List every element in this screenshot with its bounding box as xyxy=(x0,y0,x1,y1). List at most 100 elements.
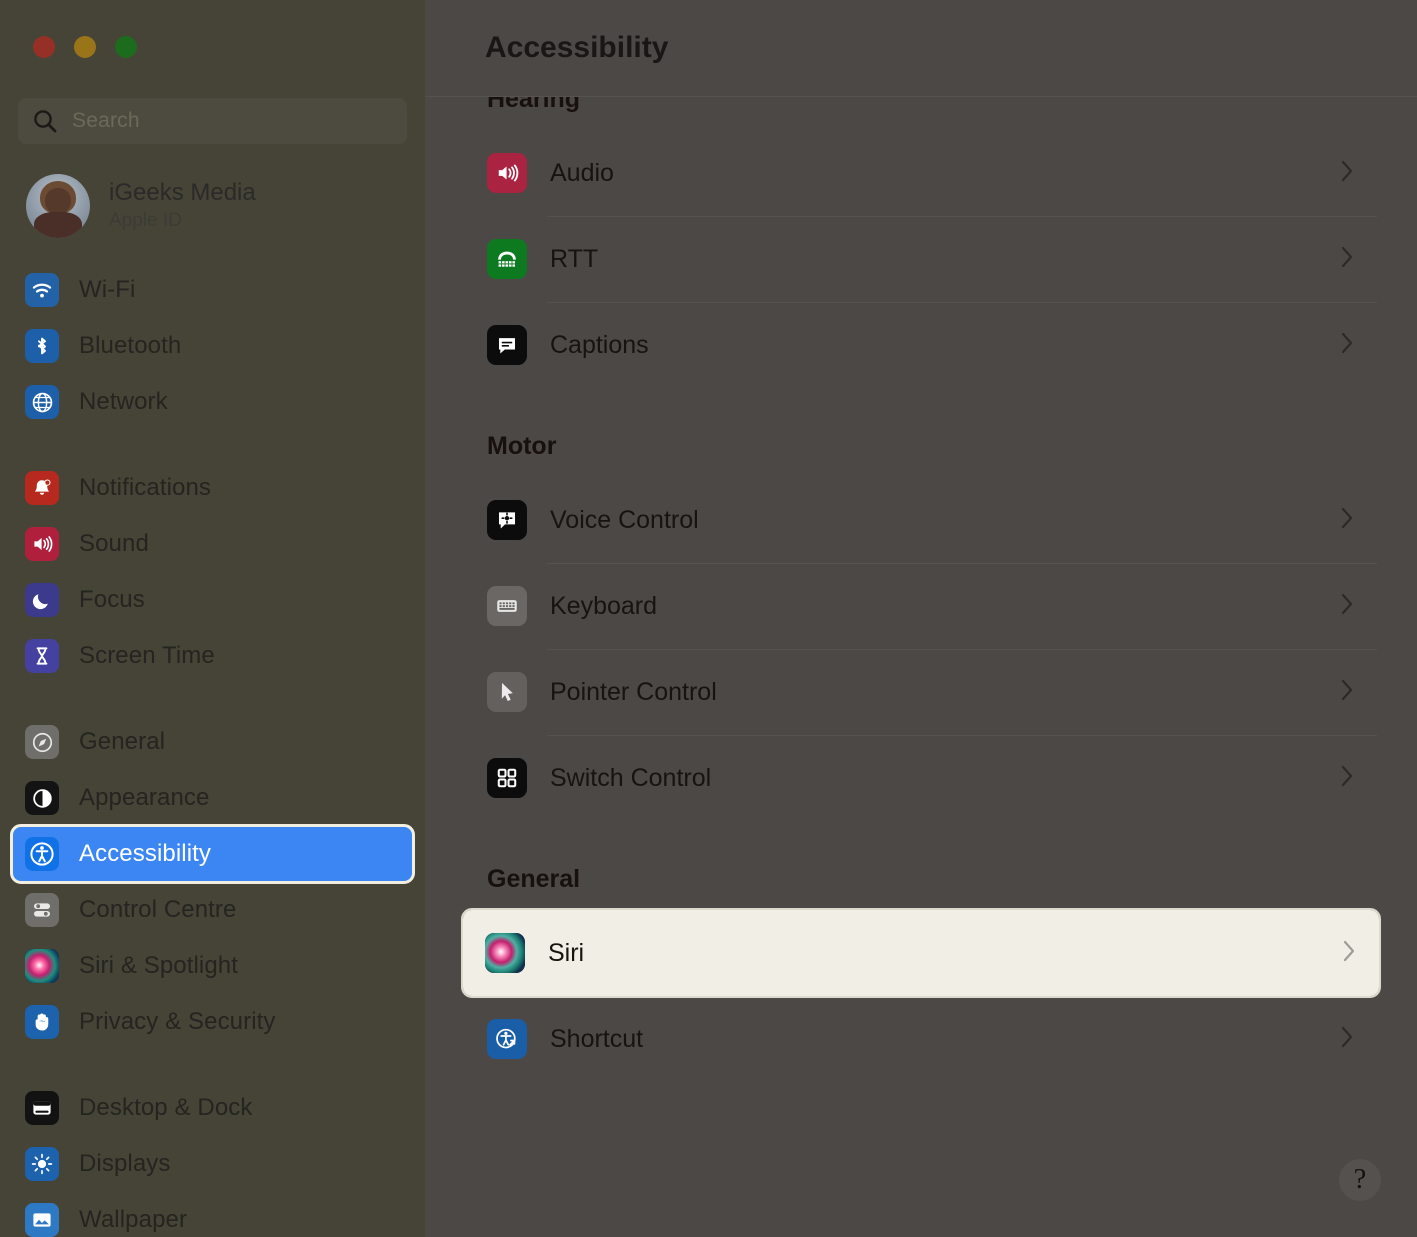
voice-control-icon xyxy=(487,500,527,540)
sidebar-item-wallpaper[interactable]: Wallpaper xyxy=(12,1192,413,1237)
sidebar-item-sound[interactable]: Sound xyxy=(12,516,413,572)
notifications-bell-icon xyxy=(25,471,59,505)
section-heading-motor: Motor xyxy=(487,432,557,460)
focus-moon-icon xyxy=(25,583,59,617)
sidebar-item-label: Network xyxy=(79,388,168,415)
section-rows-motor: Voice Control Keyboard Pointer Control S… xyxy=(425,477,1417,821)
sidebar-item-bluetooth[interactable]: Bluetooth xyxy=(12,318,413,374)
settings-row-label: Voice Control xyxy=(550,505,699,534)
sidebar-item-label: Wi-Fi xyxy=(79,276,136,303)
sidebar-item-label: Wallpaper xyxy=(79,1206,188,1233)
minimize-window-button[interactable] xyxy=(74,36,96,58)
window-traffic-lights xyxy=(0,0,425,66)
sidebar-item-label: Displays xyxy=(79,1150,171,1177)
sidebar-item-notifications[interactable]: Notifications xyxy=(12,460,413,516)
displays-brightness-icon xyxy=(25,1147,59,1181)
sidebar-item-privacy-and-security[interactable]: Privacy & Security xyxy=(12,994,413,1050)
sidebar-nav: Wi-Fi Bluetooth Network Notifications So… xyxy=(0,262,425,1237)
settings-row-rtt[interactable]: RTT xyxy=(465,216,1377,302)
search-placeholder: Search xyxy=(72,109,140,132)
sidebar-item-label: Sound xyxy=(79,530,149,557)
help-button[interactable]: ? xyxy=(1339,1159,1381,1201)
sidebar-item-label: General xyxy=(79,728,166,755)
accessibility-person-icon xyxy=(25,837,59,871)
sidebar-item-wi-fi[interactable]: Wi-Fi xyxy=(12,262,413,318)
main-content: Accessibility Hearing Audio RTT Captions… xyxy=(425,0,1417,1237)
settings-row-label: Siri xyxy=(548,938,585,967)
audio-speaker-icon xyxy=(487,153,527,193)
sidebar-item-desktop-and-dock[interactable]: Desktop & Dock xyxy=(12,1080,413,1136)
sidebar-item-network[interactable]: Network xyxy=(12,374,413,430)
captions-bubble-icon xyxy=(487,325,527,365)
bluetooth-icon xyxy=(25,329,59,363)
sidebar-item-appearance[interactable]: Appearance xyxy=(12,770,413,826)
settings-row-voice-control[interactable]: Voice Control xyxy=(465,477,1377,563)
sidebar-item-label: Appearance xyxy=(79,784,210,811)
avatar xyxy=(26,174,90,238)
desktop-dock-icon xyxy=(25,1091,59,1125)
sidebar-item-general[interactable]: General xyxy=(12,714,413,770)
settings-row-switch-control[interactable]: Switch Control xyxy=(465,735,1377,821)
section-rows-hearing: Audio RTT Captions xyxy=(425,130,1417,388)
chevron-right-icon xyxy=(1339,676,1355,709)
sidebar-item-label: Bluetooth xyxy=(79,332,182,359)
search-input[interactable]: Search xyxy=(18,98,407,144)
settings-row-pointer-control[interactable]: Pointer Control xyxy=(465,649,1377,735)
settings-scroll-area[interactable]: Hearing Audio RTT Captions Motor Voice C… xyxy=(425,97,1417,1237)
sidebar-group-alerts: Notifications Sound Focus Screen Time xyxy=(0,460,425,684)
apple-id-account-row[interactable]: iGeeks Media Apple ID xyxy=(0,144,425,240)
settings-row-shortcut[interactable]: Shortcut xyxy=(465,996,1377,1082)
sidebar-item-label: Privacy & Security xyxy=(79,1008,276,1035)
page-title: Accessibility xyxy=(485,31,669,64)
chevron-right-icon xyxy=(1339,329,1355,362)
sidebar-item-accessibility[interactable]: Accessibility xyxy=(10,824,415,884)
account-subtitle: Apple ID xyxy=(109,210,182,232)
siri-icon xyxy=(25,949,59,983)
settings-row-label: Keyboard xyxy=(550,591,658,620)
general-gear-icon xyxy=(25,725,59,759)
control-centre-icon xyxy=(25,893,59,927)
accessibility-shortcut-icon xyxy=(487,1019,527,1059)
sidebar-group-system: General Appearance Accessibility Control… xyxy=(0,714,425,1050)
appearance-contrast-icon xyxy=(25,781,59,815)
settings-row-audio[interactable]: Audio xyxy=(465,130,1377,216)
sidebar-item-siri-and-spotlight[interactable]: Siri & Spotlight xyxy=(12,938,413,994)
switch-control-icon xyxy=(487,758,527,798)
chevron-right-icon xyxy=(1339,762,1355,795)
network-globe-icon xyxy=(25,385,59,419)
pointer-control-icon xyxy=(487,672,527,712)
sidebar-item-focus[interactable]: Focus xyxy=(12,572,413,628)
sidebar-item-label: Desktop & Dock xyxy=(79,1094,253,1121)
main-header: Accessibility xyxy=(425,0,1417,97)
account-name: iGeeks Media xyxy=(109,179,256,207)
sidebar-item-label: Notifications xyxy=(79,474,212,501)
sidebar-item-displays[interactable]: Displays xyxy=(12,1136,413,1192)
maximize-window-button[interactable] xyxy=(115,36,137,58)
settings-row-siri[interactable]: Siri xyxy=(461,908,1381,998)
sidebar-item-control-centre[interactable]: Control Centre xyxy=(12,882,413,938)
privacy-hand-icon xyxy=(25,1005,59,1039)
chevron-right-icon xyxy=(1339,157,1355,190)
sidebar: Search iGeeks Media Apple ID Wi-Fi Bluet… xyxy=(0,0,425,1237)
chevron-right-icon xyxy=(1339,243,1355,276)
close-window-button[interactable] xyxy=(33,36,55,58)
settings-row-label: Switch Control xyxy=(550,763,712,792)
wifi-icon xyxy=(25,273,59,307)
settings-row-label: Captions xyxy=(550,330,649,359)
screen-time-hourglass-icon xyxy=(25,639,59,673)
section-heading-general: General xyxy=(487,865,581,893)
chevron-right-icon xyxy=(1341,937,1357,970)
sidebar-item-label: Screen Time xyxy=(79,642,215,669)
settings-row-captions[interactable]: Captions xyxy=(465,302,1377,388)
system-settings-window: Search iGeeks Media Apple ID Wi-Fi Bluet… xyxy=(0,0,1417,1237)
keyboard-icon xyxy=(487,586,527,626)
sidebar-item-label: Focus xyxy=(79,586,145,613)
settings-row-label: Shortcut xyxy=(550,1024,644,1053)
settings-row-label: Audio xyxy=(550,158,614,187)
help-question-icon: ? xyxy=(1353,1164,1367,1195)
settings-row-keyboard[interactable]: Keyboard xyxy=(465,563,1377,649)
sound-speaker-icon xyxy=(25,527,59,561)
section-rows-general: Siri Shortcut xyxy=(425,908,1417,1082)
chevron-right-icon xyxy=(1339,1023,1355,1056)
sidebar-item-screen-time[interactable]: Screen Time xyxy=(12,628,413,684)
